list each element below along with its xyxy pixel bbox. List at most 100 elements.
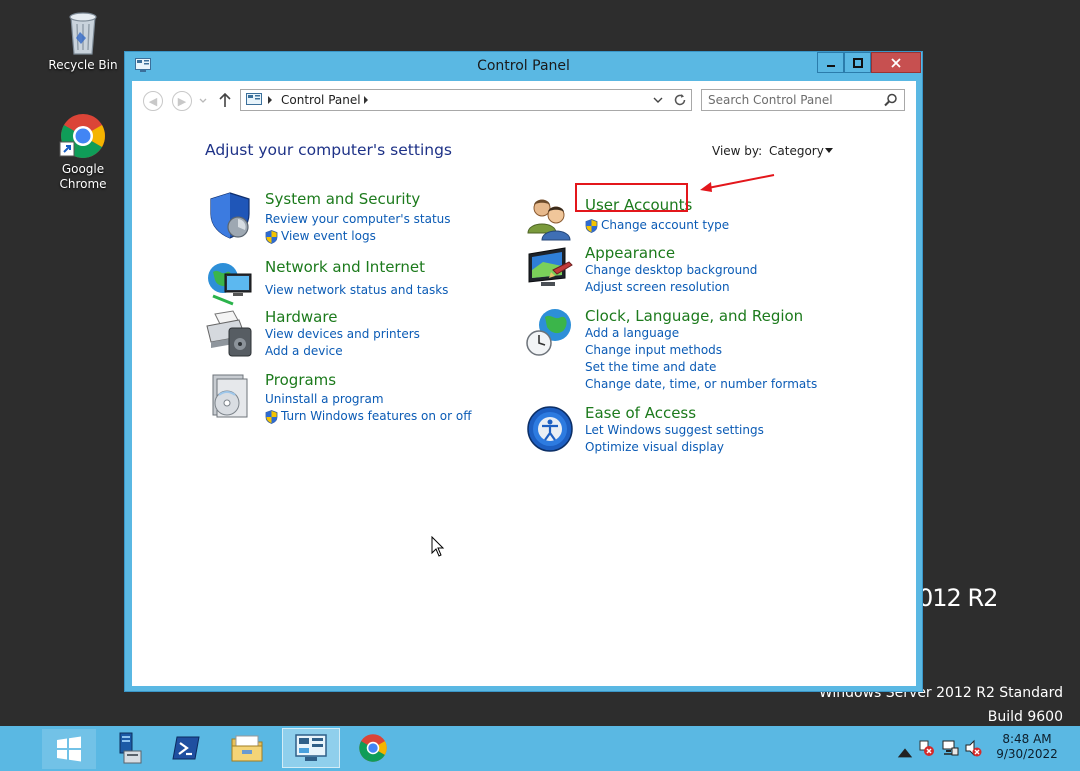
link-text[interactable]: View event logs	[281, 229, 376, 243]
watermark-fragment: 012 R2	[918, 584, 998, 612]
taskbar	[0, 726, 1080, 771]
programs-icon[interactable]	[205, 371, 255, 421]
control-panel-icon	[295, 734, 327, 761]
refresh-icon[interactable]	[673, 93, 687, 107]
network-icon[interactable]	[941, 739, 959, 757]
network-globe-icon[interactable]	[205, 258, 255, 308]
link-uninstall-program[interactable]: Uninstall a program	[265, 392, 384, 406]
category-appearance: Appearance Change desktop background Adj…	[525, 244, 765, 300]
users-icon[interactable]	[525, 193, 575, 243]
category-title[interactable]: Network and Internet	[265, 258, 425, 276]
category-title[interactable]: Appearance	[585, 244, 675, 262]
title-bar[interactable]: Control Panel	[125, 52, 922, 80]
start-button[interactable]	[42, 729, 96, 769]
window-title: Control Panel	[477, 58, 570, 74]
category-system-and-security: System and Security Review your computer…	[205, 190, 451, 246]
control-panel-icon	[246, 93, 262, 105]
mouse-cursor-icon	[431, 536, 445, 557]
desktop-icon-recycle-bin[interactable]: Recycle Bin	[43, 8, 123, 73]
view-by-dropdown[interactable]: Category	[769, 144, 824, 158]
minimize-icon	[826, 64, 835, 67]
arrow-up-icon	[219, 92, 231, 107]
link-text[interactable]: Change account type	[601, 218, 729, 232]
chevron-right-icon[interactable]	[363, 96, 369, 104]
powershell-icon	[172, 736, 200, 760]
ease-of-access-icon[interactable]	[525, 404, 575, 454]
dropdown-arrow-icon[interactable]	[825, 148, 833, 153]
action-center-warning-icon[interactable]	[917, 739, 935, 757]
file-explorer-icon	[231, 735, 263, 762]
chevron-down-icon	[199, 98, 207, 103]
back-button[interactable]: ◀	[143, 91, 163, 111]
server-manager-icon	[119, 732, 142, 764]
show-hidden-icons-icon[interactable]	[896, 743, 914, 761]
link-desktop-background[interactable]: Change desktop background	[585, 263, 757, 277]
taskbar-powershell[interactable]	[157, 728, 215, 768]
category-clock-language-region: Clock, Language, and Region Add a langua…	[525, 307, 817, 397]
uac-shield-icon	[585, 219, 598, 233]
address-bar[interactable]: Control Panel	[240, 89, 692, 111]
chrome-icon	[59, 112, 107, 160]
search-input[interactable]	[708, 92, 878, 108]
search-icon[interactable]	[884, 93, 898, 107]
appearance-icon[interactable]	[525, 244, 575, 294]
window-client-area: ◀ ▶ Control Panel Adjust your co	[132, 81, 916, 686]
chrome-icon	[359, 734, 387, 762]
recent-locations-button[interactable]	[199, 94, 207, 104]
maximize-button[interactable]	[844, 52, 871, 73]
link-review-status[interactable]: Review your computer's status	[265, 212, 451, 226]
category-title[interactable]: Clock, Language, and Region	[585, 307, 803, 325]
watermark-build: Build 9600	[987, 709, 1063, 725]
link-change-account-type[interactable]: Change account type	[585, 218, 729, 233]
link-screen-resolution[interactable]: Adjust screen resolution	[585, 280, 730, 294]
taskbar-control-panel[interactable]	[282, 728, 340, 768]
clock-time: 8:48 AM	[1002, 732, 1052, 746]
speaker-muted-icon[interactable]	[964, 739, 982, 757]
close-button[interactable]	[871, 52, 921, 73]
uac-shield-icon	[265, 410, 278, 424]
up-button[interactable]	[218, 91, 232, 109]
link-add-device[interactable]: Add a device	[265, 344, 343, 358]
category-title[interactable]: Ease of Access	[585, 404, 696, 422]
category-title[interactable]: Hardware	[265, 308, 337, 326]
category-programs: Programs Uninstall a program Turn Window…	[205, 371, 472, 427]
link-text[interactable]: Turn Windows features on or off	[281, 409, 472, 423]
link-date-formats[interactable]: Change date, time, or number formats	[585, 377, 817, 391]
breadcrumb-control-panel[interactable]: Control Panel	[281, 93, 361, 107]
link-view-event-logs[interactable]: View event logs	[265, 229, 376, 244]
highlight-box	[575, 183, 688, 212]
annotation-arrow-icon	[700, 174, 775, 192]
printer-icon[interactable]	[205, 308, 255, 358]
link-network-status[interactable]: View network status and tasks	[265, 283, 448, 297]
minimize-button[interactable]	[817, 52, 844, 73]
link-input-methods[interactable]: Change input methods	[585, 343, 722, 357]
taskbar-chrome[interactable]	[344, 728, 402, 768]
page-title: Adjust your computer's settings	[205, 141, 452, 159]
link-optimize-display[interactable]: Optimize visual display	[585, 440, 724, 454]
link-windows-suggest[interactable]: Let Windows suggest settings	[585, 423, 764, 437]
recycle-bin-label: Recycle Bin	[48, 58, 118, 72]
search-box[interactable]	[701, 89, 905, 111]
control-panel-window: Control Panel ◀ ▶ Control Panel Search C…	[124, 51, 923, 692]
category-ease-of-access: Ease of Access Let Windows suggest setti…	[525, 404, 765, 460]
link-add-language[interactable]: Add a language	[585, 326, 679, 340]
taskbar-server-manager[interactable]	[97, 728, 155, 768]
shield-icon[interactable]	[205, 190, 255, 240]
clock-globe-icon[interactable]	[525, 307, 575, 357]
maximize-icon	[852, 57, 863, 68]
desktop-icon-chrome[interactable]: Google Chrome	[43, 112, 123, 192]
recycle-bin-icon	[59, 8, 107, 56]
chevron-down-icon[interactable]	[653, 96, 663, 104]
category-hardware: Hardware View devices and printers Add a…	[205, 308, 445, 364]
link-windows-features[interactable]: Turn Windows features on or off	[265, 409, 472, 424]
clock-date: 9/30/2022	[996, 747, 1058, 761]
forward-button[interactable]: ▶	[172, 91, 192, 111]
category-title[interactable]: Programs	[265, 371, 336, 389]
taskbar-file-explorer[interactable]	[218, 728, 276, 768]
link-time-date[interactable]: Set the time and date	[585, 360, 716, 374]
chevron-right-icon[interactable]	[267, 96, 273, 104]
uac-shield-icon	[265, 230, 278, 244]
category-title[interactable]: System and Security	[265, 190, 420, 208]
link-devices-printers[interactable]: View devices and printers	[265, 327, 420, 341]
taskbar-clock[interactable]: 8:48 AM 9/30/2022	[995, 732, 1059, 762]
